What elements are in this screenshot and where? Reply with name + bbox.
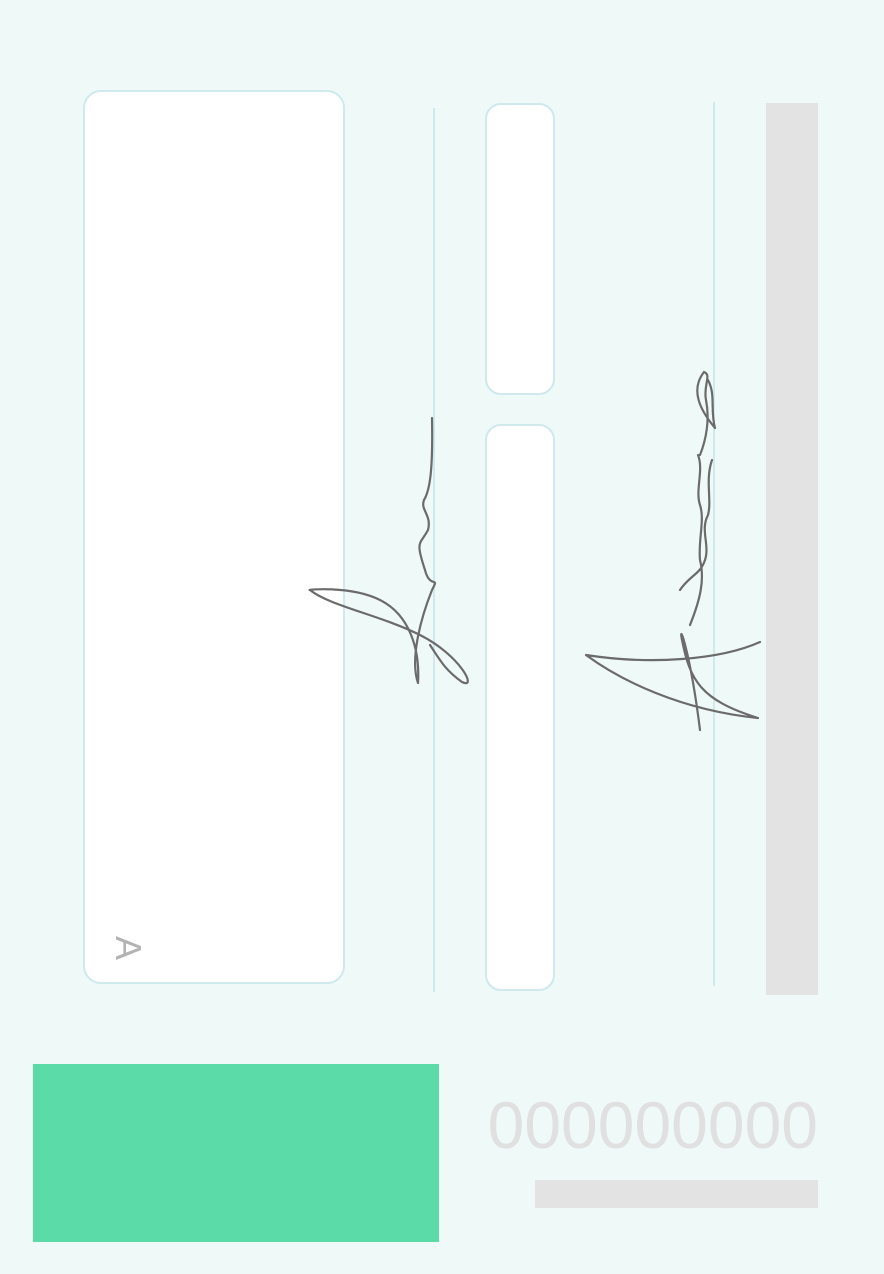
document-number: 000000000 — [487, 1088, 818, 1162]
accent-block — [33, 1064, 439, 1242]
placeholder-horizontal-bar — [535, 1180, 818, 1208]
signature-line-1 — [433, 108, 435, 992]
main-panel — [83, 90, 345, 984]
document-page: A 000000000 — [0, 0, 884, 1274]
signature-2 — [584, 370, 762, 732]
upper-slot — [485, 103, 555, 395]
placeholder-vertical-bar — [766, 103, 818, 995]
corner-marker: A — [108, 935, 149, 960]
signature-line-2 — [713, 102, 715, 986]
lower-slot — [485, 424, 555, 991]
